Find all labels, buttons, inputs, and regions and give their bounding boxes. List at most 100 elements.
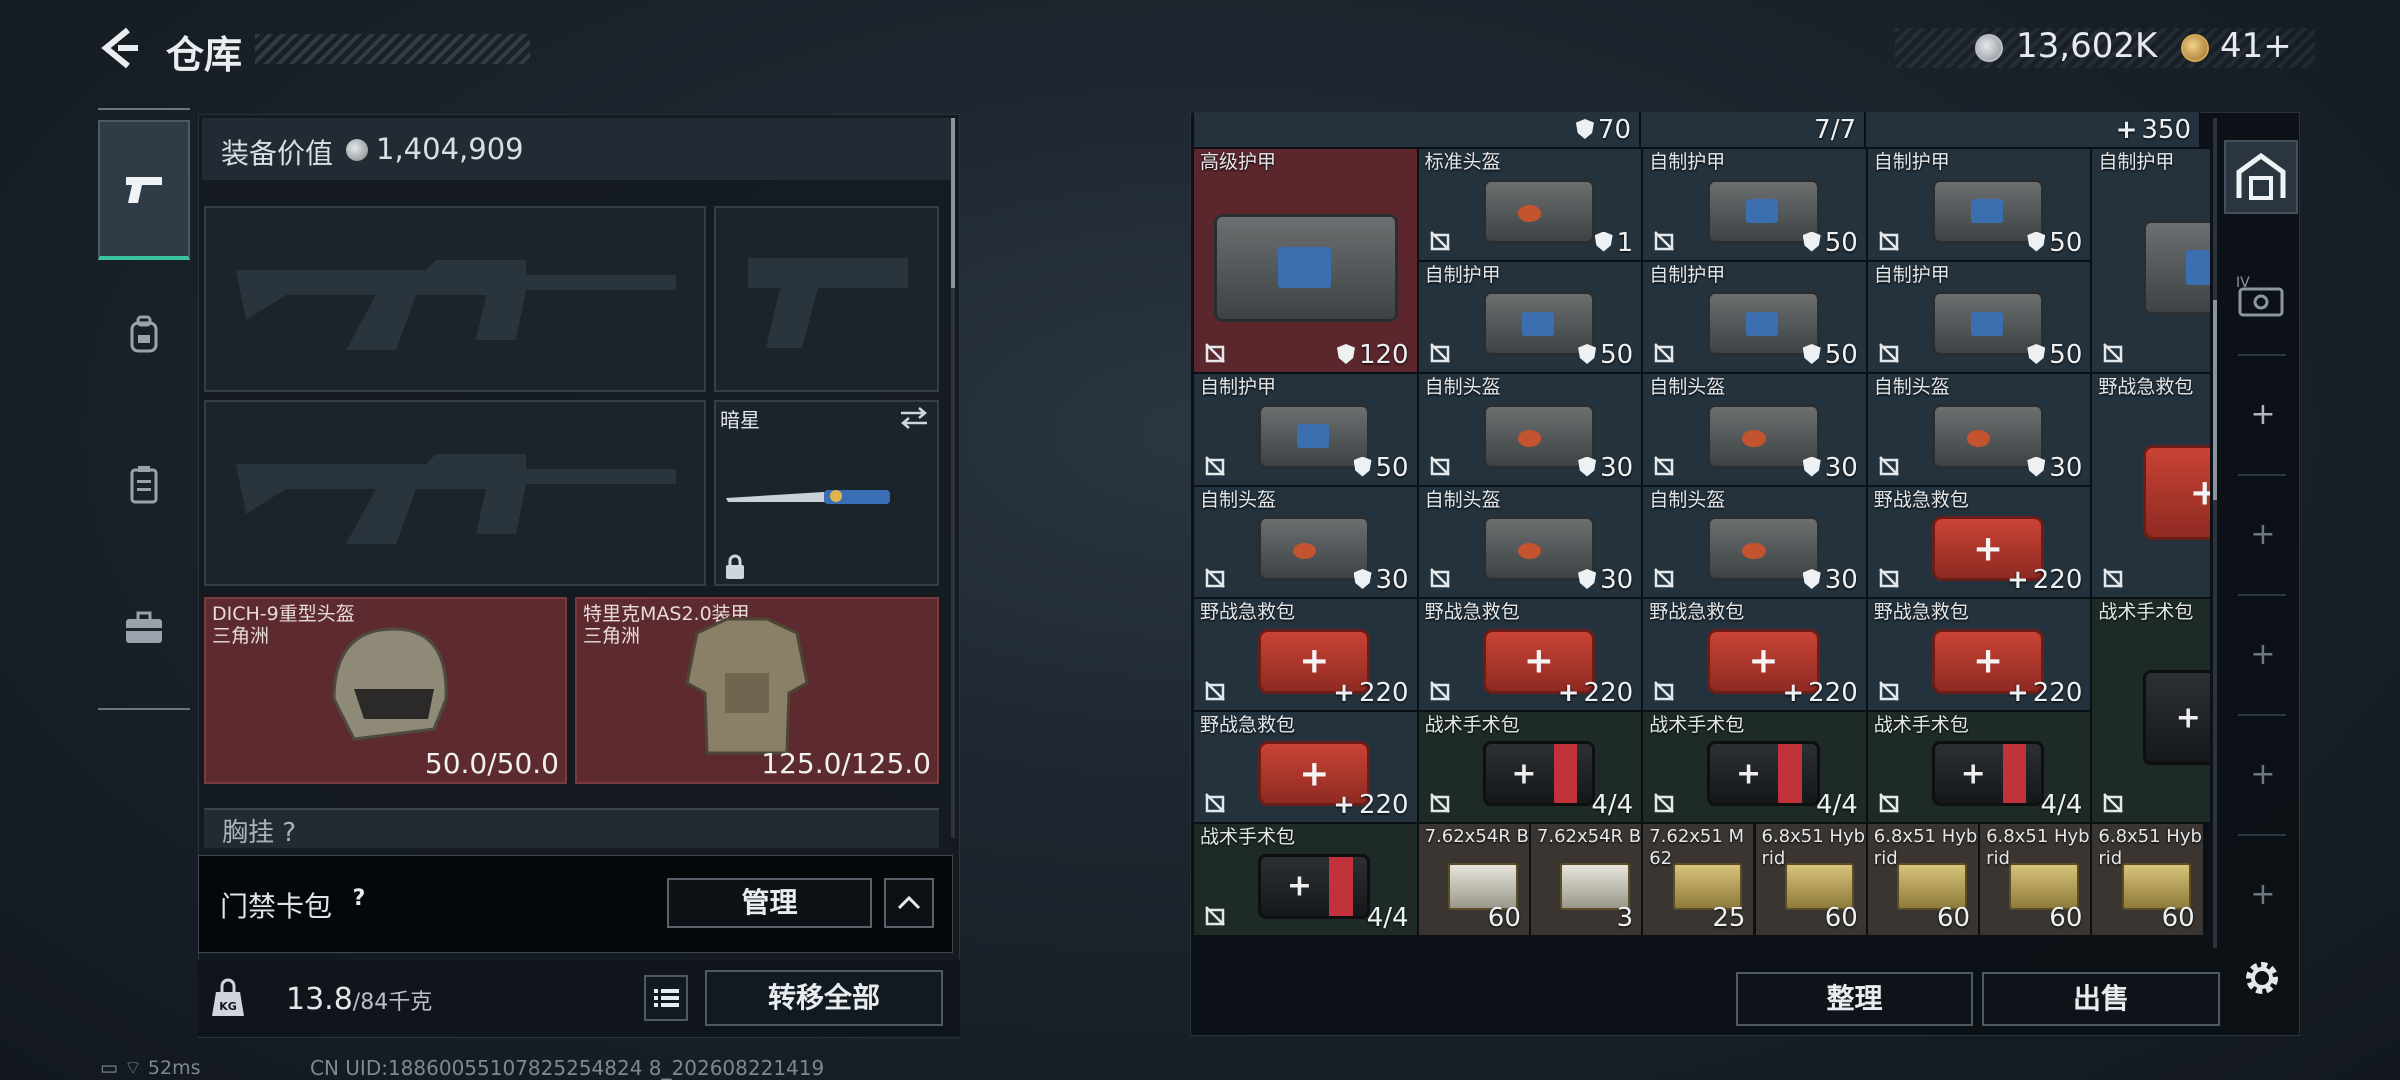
- stash-item[interactable]: 自制护甲50: [1866, 148, 2092, 261]
- tab-backpack[interactable]: [98, 265, 190, 405]
- primary-weapon-slot[interactable]: [204, 206, 706, 392]
- backpack-icon: [130, 315, 158, 353]
- item-count: 120: [1336, 340, 1409, 370]
- user-uid: CN UID:18860055107825254824 8_2026082214…: [310, 1056, 825, 1080]
- stash-item[interactable]: 自制头盔 30: [1417, 485, 1643, 598]
- sort-button[interactable]: 整理: [1736, 972, 1973, 1026]
- stash-item[interactable]: 6.8x51 Hybrid 60: [1979, 823, 2092, 936]
- stash-item[interactable]: 自制头盔 30: [1866, 373, 2092, 486]
- stash-item[interactable]: 高级护甲 120: [1193, 148, 1418, 373]
- weight-value: 13.8: [286, 982, 353, 1017]
- stash-scrollbar[interactable]: [2213, 118, 2217, 948]
- add-stash-tab-button[interactable]: +: [2248, 520, 2278, 550]
- item-name: 自制护甲: [1649, 151, 1726, 173]
- weight-icon: KG: [212, 978, 244, 1016]
- stash-item[interactable]: 自制头盔 30: [1193, 485, 1418, 598]
- tab-case[interactable]: [98, 558, 190, 698]
- stash-tab-safe-box[interactable]: IV: [2224, 258, 2298, 332]
- divider: [2238, 474, 2286, 476]
- stash-item[interactable]: 战术手术包4/4: [2091, 598, 2210, 823]
- silver-coin-icon: [1975, 34, 2003, 62]
- item-name: 标准头盔: [1424, 151, 1501, 173]
- stash-item[interactable]: 自制护甲50: [1642, 260, 1867, 373]
- stash-item[interactable]: 7.62x54R B 60: [1417, 823, 1530, 936]
- manage-button[interactable]: 管理: [667, 878, 872, 928]
- vest-item-icon: [1214, 213, 1399, 322]
- no-insurance-icon: [1429, 793, 1450, 813]
- stash-item[interactable]: 自制护甲50: [2091, 148, 2210, 373]
- stash-item[interactable]: 战术手术包4/4: [1866, 710, 2092, 823]
- stash-item[interactable]: 野战急救包+220: [2091, 373, 2210, 598]
- tab-weapons[interactable]: [98, 120, 190, 260]
- equipment-value: 1,404,909: [376, 132, 524, 166]
- stash-item[interactable]: 自制护甲50: [1642, 148, 1867, 261]
- stash-item[interactable]: 自制头盔 30: [1417, 373, 1643, 486]
- med-item-icon: [2142, 445, 2210, 540]
- armor-durability: 125.0/125.0: [761, 747, 931, 780]
- stash-item-partial[interactable]: 7/7: [1640, 112, 1865, 148]
- pistol-slot[interactable]: [714, 206, 939, 392]
- stash-item[interactable]: 6.8x51 Hybrid 60: [2091, 823, 2204, 936]
- item-name: 战术手术包: [1873, 713, 1969, 736]
- stash-item[interactable]: 自制头盔 30: [1642, 373, 1867, 486]
- stash-item[interactable]: 野战急救包+220: [1417, 598, 1643, 711]
- secondary-weapon-slot[interactable]: [204, 400, 706, 586]
- briefcase-icon: [126, 611, 162, 643]
- collapse-button[interactable]: [884, 878, 934, 928]
- stash-item[interactable]: 6.8x51 Hybrid 60: [1754, 823, 1867, 936]
- no-insurance-icon: [1878, 455, 1899, 476]
- helmet-slot[interactable]: DICH-9重型头盔 三角洲 50.0/50.0: [204, 597, 567, 784]
- stash-item[interactable]: 自制头盔 30: [1642, 485, 1867, 598]
- stash-scroll-thumb[interactable]: [2213, 300, 2217, 500]
- item-name: 高级护甲: [1200, 151, 1277, 173]
- add-stash-tab-button[interactable]: +: [2248, 640, 2278, 670]
- stash-item[interactable]: 自制护甲50: [1866, 260, 2092, 373]
- stash-item[interactable]: 野战急救包+220: [1193, 598, 1418, 711]
- item-name: 自制护甲: [1649, 263, 1726, 286]
- loadout-scroll-thumb[interactable]: [951, 118, 955, 288]
- stash-item[interactable]: 野战急救包+220: [1866, 598, 2092, 711]
- swap-icon[interactable]: [899, 406, 929, 430]
- add-stash-tab-button[interactable]: +: [2248, 400, 2278, 430]
- transfer-all-button[interactable]: 转移全部: [705, 970, 943, 1026]
- stash-item[interactable]: 自制护甲50: [1417, 260, 1643, 373]
- stash-item[interactable]: 6.8x51 Hybrid 60: [1866, 823, 1980, 936]
- stash-item[interactable]: 7.62x54R B 3: [1529, 823, 1643, 936]
- gear-icon[interactable]: [2240, 956, 2284, 1000]
- stash-item[interactable]: 7.62x51 M62 25: [1642, 823, 1755, 936]
- tab-armor[interactable]: [98, 415, 190, 555]
- item-count: 7/7: [1814, 115, 1856, 145]
- item-name: 7.62x51 M62: [1649, 826, 1745, 869]
- shield-icon: [2027, 456, 2046, 477]
- armor-slot[interactable]: 特里克MAS2.0装甲 三角洲 125.0/125.0: [575, 597, 939, 784]
- item-count: 25: [1712, 902, 1746, 933]
- shield-icon: [1336, 344, 1355, 364]
- item-name: 野战急救包: [1873, 601, 1969, 623]
- no-insurance-icon: [2103, 343, 2124, 363]
- stash-tab-main[interactable]: [2224, 140, 2298, 214]
- stash-item[interactable]: 战术手术包4/4: [1642, 710, 1867, 823]
- gold-currency-value[interactable]: 41+: [2220, 26, 2292, 66]
- add-stash-tab-button[interactable]: +: [2248, 880, 2278, 910]
- stash-item[interactable]: 野战急救包+220: [1193, 710, 1418, 823]
- stash-item[interactable]: 战术手术包4/4: [1193, 823, 1418, 936]
- sell-button[interactable]: 出售: [1982, 972, 2220, 1026]
- stash-item[interactable]: 标准头盔 1: [1417, 148, 1643, 261]
- add-stash-tab-button[interactable]: +: [2248, 760, 2278, 790]
- item-count: 30: [2027, 453, 2082, 483]
- stash-item[interactable]: 野战急救包+220: [1866, 485, 2092, 598]
- plus-icon: +: [2006, 677, 2029, 708]
- item-name: 7.62x54R B: [1536, 826, 1642, 847]
- stash-item[interactable]: 野战急救包+220: [1642, 598, 1867, 711]
- list-view-button[interactable]: [644, 975, 688, 1021]
- back-icon[interactable]: [98, 26, 142, 70]
- stash-item-partial[interactable]: +350: [1865, 112, 2200, 148]
- weight-max: /84千克: [352, 990, 433, 1015]
- item-count: +220: [2006, 565, 2083, 595]
- stash-item-partial[interactable]: 70: [1193, 112, 1640, 148]
- stash-item[interactable]: 战术手术包4/4: [1417, 710, 1643, 823]
- chest-rig-slot[interactable]: [204, 808, 939, 848]
- divider: [2238, 594, 2286, 596]
- stash-item[interactable]: 自制护甲50: [1193, 373, 1418, 486]
- help-icon[interactable]: ?: [345, 884, 373, 914]
